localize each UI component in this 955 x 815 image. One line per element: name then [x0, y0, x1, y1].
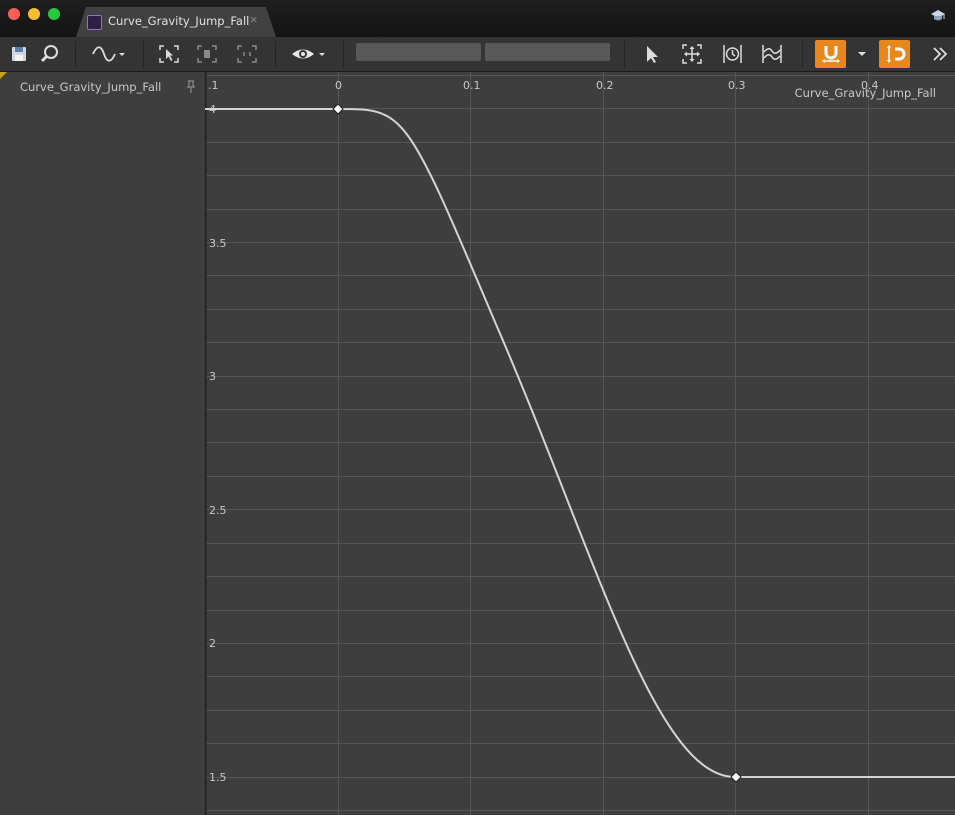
save-icon	[12, 47, 26, 61]
curve-editor-window: Curve_Gravity_Jump_Fall × Curve_Gravity_…	[0, 0, 955, 815]
view-options-dropdown[interactable]	[288, 40, 330, 68]
snap-magnet-icon	[821, 46, 840, 63]
multi-curve-tool-button[interactable]	[758, 40, 786, 68]
curve-name-label: Curve_Gravity_Jump_Fall	[795, 86, 936, 100]
tab-title: Curve_Gravity_Jump_Fall	[108, 14, 250, 28]
toolbar-separator	[75, 41, 76, 67]
key-point[interactable]	[332, 103, 344, 115]
browse-icon	[40, 45, 58, 63]
curve-asset-icon	[87, 15, 102, 30]
key-point[interactable]	[730, 771, 742, 783]
chevron-down-icon	[858, 52, 866, 56]
curve-list-panel: Curve_Gravity_Jump_Fall	[0, 72, 205, 815]
toolbar-separator	[802, 41, 803, 67]
multi-curve-tool-icon	[762, 45, 782, 63]
transform-tool-button[interactable]	[678, 40, 706, 68]
y-tick-label: 2.5	[209, 504, 227, 517]
title-bar: Curve_Gravity_Jump_Fall ×	[0, 0, 955, 37]
help-icon[interactable]	[930, 9, 946, 23]
snap-value-icon	[886, 45, 905, 63]
panel-corner-marker	[0, 72, 7, 79]
toolbar-separator	[275, 41, 276, 67]
toolbar-separator	[624, 41, 625, 67]
y-tick-label: 3.5	[209, 237, 227, 250]
transform-tool-icon	[682, 44, 702, 64]
tab-curve-gravity-jump-fall[interactable]: Curve_Gravity_Jump_Fall ×	[76, 7, 276, 37]
frame-all-button[interactable]	[155, 40, 183, 68]
x-tick-label: 0.1	[463, 79, 481, 92]
curve-graph[interactable]: .1 0 0.1 0.2 0.3 0.4 4 3.5 3 2.5 2 1.5 C…	[204, 72, 955, 815]
y-tick-label: 3	[209, 370, 216, 383]
x-tick-label: 0	[335, 79, 342, 92]
y-tick-label: 2	[209, 637, 216, 650]
frame-selected-button[interactable]	[193, 40, 221, 68]
frame-all-icon	[159, 45, 179, 63]
select-tool-button[interactable]	[638, 40, 666, 68]
y-tick-label: 1.5	[209, 771, 227, 784]
snap-options-dropdown[interactable]	[850, 40, 874, 68]
retime-tool-icon	[723, 45, 742, 63]
pin-icon[interactable]	[185, 80, 197, 94]
minimize-window-button[interactable]	[28, 8, 40, 20]
time-snap-toggle[interactable]	[815, 40, 846, 68]
time-input[interactable]	[356, 43, 481, 61]
value-input[interactable]	[485, 43, 610, 61]
frame-horizontal-icon	[237, 45, 257, 63]
curve-mode-icon	[92, 46, 125, 62]
browse-button[interactable]	[36, 40, 64, 68]
toolbar-separator	[143, 41, 144, 67]
curve-mode-dropdown[interactable]	[88, 40, 128, 68]
tab-close-icon[interactable]: ×	[249, 13, 258, 26]
more-icon	[933, 47, 948, 61]
retime-tool-button[interactable]	[718, 40, 746, 68]
toolbar	[0, 37, 955, 72]
select-tool-icon	[647, 46, 658, 63]
toolbar-separator	[343, 41, 344, 67]
more-button[interactable]	[927, 40, 953, 68]
frame-selected-icon	[197, 45, 217, 63]
x-tick-label: 0.2	[596, 79, 614, 92]
save-button[interactable]	[5, 40, 33, 68]
curve-list-item[interactable]: Curve_Gravity_Jump_Fall	[20, 80, 161, 94]
x-tick-label: 0.3	[728, 79, 746, 92]
close-window-button[interactable]	[8, 8, 20, 20]
frame-horizontal-button[interactable]	[233, 40, 261, 68]
maximize-window-button[interactable]	[48, 8, 60, 20]
view-options-icon	[292, 49, 325, 59]
grid-lines	[205, 72, 955, 815]
x-tick-label: .1	[208, 79, 219, 92]
value-snap-toggle[interactable]	[879, 40, 910, 68]
